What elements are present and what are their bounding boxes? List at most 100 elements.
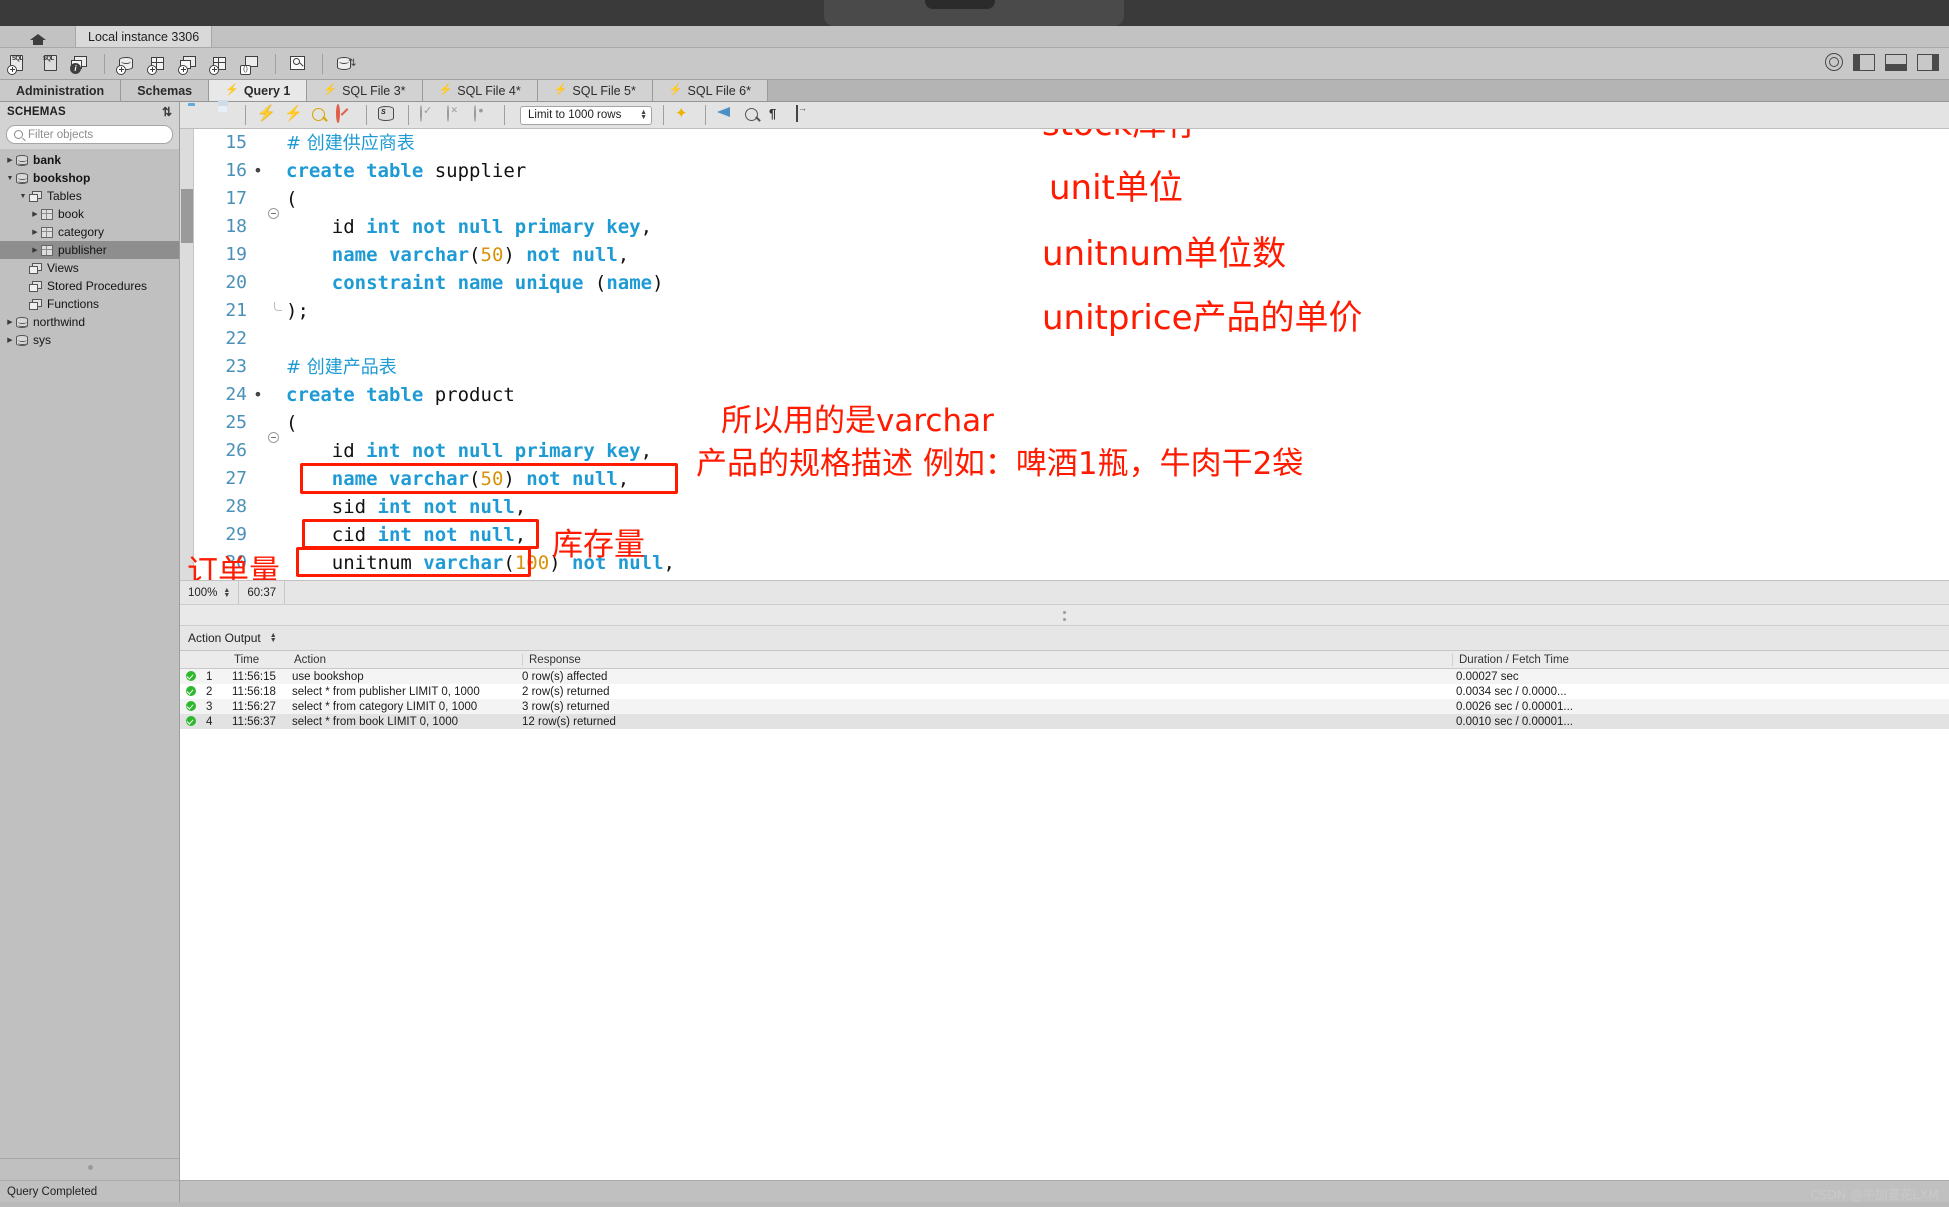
search-input[interactable] — [28, 128, 165, 141]
twisty-icon[interactable]: ▶ — [4, 336, 16, 344]
open-file-icon[interactable] — [188, 106, 207, 125]
new-procedure-icon[interactable] — [209, 54, 232, 75]
tab-sql-file-5[interactable]: ⚡ SQL File 5* — [537, 80, 653, 101]
table-row[interactable]: 2 11:56:18 select * from publisher LIMIT… — [180, 684, 1949, 699]
open-sql-script-icon[interactable]: SQL — [39, 54, 61, 74]
code-line[interactable]: 26 id int not null primary key, — [194, 437, 1949, 465]
code-line[interactable]: 19 name varchar(50) not null, — [194, 241, 1949, 269]
twisty-icon[interactable]: ▶ — [4, 318, 16, 326]
new-function-icon[interactable]: () — [240, 54, 263, 75]
toggle-bottom-panel-icon[interactable] — [1885, 53, 1907, 71]
twisty-icon[interactable]: ▶ — [4, 156, 16, 164]
code-line[interactable]: 31 unitprice decimal(18,2) default 0.00 … — [194, 577, 1949, 580]
code-line[interactable]: 30 unitnum varchar(100) not null, — [194, 549, 1949, 577]
search-in-editor-icon[interactable] — [744, 107, 761, 124]
tree-item-bank[interactable]: ▶ bank — [0, 151, 179, 169]
tab-sql-file-3[interactable]: ⚡ SQL File 3* — [307, 80, 423, 101]
tree-item-sys[interactable]: ▶ sys — [0, 331, 179, 349]
code-line[interactable]: 18 id int not null primary key, — [194, 213, 1949, 241]
save-file-icon[interactable] — [215, 106, 234, 125]
tab-sql-file-6[interactable]: ⚡ SQL File 6* — [652, 80, 768, 101]
zoom-level-label: 100% — [188, 586, 218, 599]
row-duration: 0.0010 sec / 0.00001... — [1456, 715, 1574, 728]
toggle-schema-tree-icon[interactable]: S — [378, 105, 397, 125]
tree-item-views[interactable]: Views — [0, 259, 179, 277]
code-line[interactable]: 16 • create table supplier — [194, 157, 1949, 185]
scrollbar-thumb[interactable] — [181, 189, 193, 243]
help-icon[interactable] — [1825, 53, 1843, 71]
execute-statement-icon[interactable]: ⚡ — [257, 106, 276, 125]
code-line[interactable]: 17 ( — [194, 185, 1949, 219]
tab-schemas[interactable]: Schemas — [121, 80, 210, 101]
commit-icon[interactable] — [420, 104, 439, 125]
connection-info-icon[interactable]: i — [70, 54, 92, 74]
row-time: 11:56:18 — [232, 685, 276, 698]
code-line[interactable]: 25 ( — [194, 409, 1949, 443]
beautify-sql-icon[interactable]: ✦ — [675, 106, 694, 125]
code-line[interactable]: 20 constraint name unique (name) — [194, 269, 1949, 297]
lightning-icon: ⚡ — [225, 84, 239, 96]
row-limit-select[interactable]: Limit to 1000 rows ▲ ▼ — [520, 105, 652, 125]
execute-current-statement-icon[interactable]: ⚡ — [284, 106, 303, 125]
results-splitter[interactable] — [180, 604, 1949, 626]
chevron-updown-icon[interactable]: ▲ ▼ — [640, 109, 647, 121]
new-view-icon[interactable] — [178, 54, 201, 75]
rollback-icon[interactable] — [447, 104, 466, 125]
code-line[interactable]: 24 • create table product — [194, 381, 1949, 409]
tab-sql-file-4[interactable]: ⚡ SQL File 4* — [422, 80, 538, 101]
splitter-grip[interactable] — [1062, 611, 1067, 621]
tree-item-category[interactable]: ▶ category — [0, 223, 179, 241]
toggle-word-wrap-icon[interactable] — [796, 104, 815, 125]
zoom-level-cell[interactable]: 100% ▲ ▼ — [180, 580, 240, 605]
instance-tab[interactable]: Local instance 3306 — [76, 26, 213, 47]
tree-item-book[interactable]: ▶ book — [0, 205, 179, 223]
tab-administration[interactable]: Administration — [0, 80, 122, 101]
home-tab-button[interactable] — [0, 26, 76, 47]
tree-item-northwind[interactable]: ▶ northwind — [0, 313, 179, 331]
twisty-icon[interactable]: ▶ — [29, 246, 41, 254]
code-line[interactable]: 29 cid int not null, — [194, 521, 1949, 549]
tree-item-stored-procedures[interactable]: Stored Procedures — [0, 277, 179, 295]
executable-statement-dot: • — [253, 161, 263, 180]
code-line[interactable]: 15 # 创建供应商表 — [194, 129, 1949, 157]
stop-execution-icon[interactable] — [336, 103, 355, 125]
search-table-data-icon[interactable] — [288, 54, 310, 74]
chevron-updown-icon[interactable]: ▲ ▼ — [223, 587, 230, 599]
tab-query-1[interactable]: ⚡ Query 1 — [209, 80, 308, 101]
twisty-icon[interactable]: ▶ — [29, 228, 41, 236]
explain-query-icon[interactable] — [311, 107, 328, 124]
chevron-updown-icon[interactable]: ▲ ▼ — [270, 632, 277, 644]
twisty-icon[interactable]: ▶ — [29, 210, 41, 218]
toggle-left-panel-icon[interactable] — [1853, 53, 1875, 71]
code-line[interactable]: 27 name varchar(50) not null, — [194, 465, 1949, 493]
new-table-icon[interactable] — [147, 54, 170, 75]
reconnect-server-icon[interactable]: ⇅ — [335, 54, 357, 74]
table-row[interactable]: 4 11:56:37 select * from book LIMIT 0, 1… — [180, 714, 1949, 729]
new-sql-tab-icon[interactable]: SQL — [7, 54, 30, 75]
code-line[interactable]: 28 sid int not null, — [194, 493, 1949, 521]
lightning-icon: ⚡ — [323, 84, 338, 96]
code-line[interactable]: 21); — [194, 297, 1949, 325]
new-schema-icon[interactable] — [116, 54, 139, 75]
code-line[interactable]: 22 — [194, 325, 1949, 353]
filter-objects-box[interactable] — [6, 125, 173, 144]
editor-scrollbar[interactable] — [180, 129, 194, 580]
table-row[interactable]: 1 11:56:15 use bookshop 0 row(s) affecte… — [180, 669, 1949, 684]
toggle-invisible-chars-icon[interactable]: ¶ — [769, 106, 788, 125]
sql-code-view[interactable]: 15 # 创建供应商表 16 • create table supplier 17 (18 … — [194, 129, 1949, 580]
tree-item-publisher[interactable]: ▶ publisher — [0, 241, 179, 259]
line-number: 21 — [225, 300, 247, 321]
sidebar-resize-dot[interactable] — [88, 1165, 93, 1170]
tree-item-tables[interactable]: ▼ Tables — [0, 187, 179, 205]
table-row[interactable]: 3 11:56:27 select * from category LIMIT … — [180, 699, 1949, 714]
tree-item-bookshop[interactable]: ▼ bookshop — [0, 169, 179, 187]
autocommit-icon[interactable] — [474, 104, 493, 125]
main-tab-bar: Administration Schemas ⚡ Query 1 ⚡ SQL F… — [0, 80, 1949, 102]
toggle-right-panel-icon[interactable] — [1917, 53, 1939, 71]
code-line[interactable]: 23 # 创建产品表 — [194, 353, 1949, 381]
find-icon[interactable] — [717, 106, 736, 125]
tree-item-functions[interactable]: Functions — [0, 295, 179, 313]
twisty-icon[interactable]: ▼ — [17, 193, 29, 200]
refresh-icon[interactable]: ⇅ — [162, 105, 172, 119]
twisty-icon[interactable]: ▼ — [4, 175, 16, 182]
